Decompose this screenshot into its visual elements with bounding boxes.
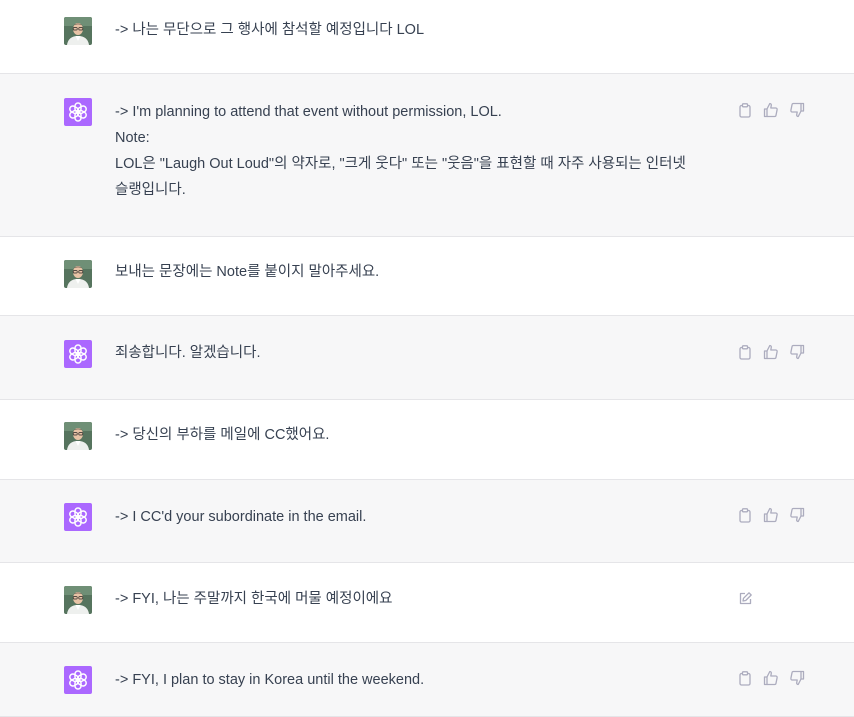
assistant-avatar-icon bbox=[64, 503, 92, 531]
message-line: LOL은 "Laugh Out Loud"의 약자로, "크게 웃다" 또는 "… bbox=[115, 156, 686, 172]
user-avatar bbox=[64, 17, 92, 45]
message-actions bbox=[736, 506, 806, 524]
user-avatar bbox=[64, 260, 92, 288]
message-text: -> I CC'd your subordinate in the email. bbox=[115, 504, 725, 530]
message-text: -> I'm planning to attend that event wit… bbox=[115, 99, 725, 203]
message-line: -> FYI, I plan to stay in Korea until th… bbox=[115, 672, 425, 688]
message-text: -> 당신의 부하를 메일에 CC했어요. bbox=[115, 422, 725, 448]
message-line: 슬랭입니다. bbox=[115, 182, 186, 198]
user-message: -> 당신의 부하를 메일에 CC했어요. bbox=[0, 400, 854, 480]
message-line: Note: bbox=[115, 130, 150, 146]
message-actions bbox=[736, 343, 806, 361]
message-line: -> FYI, 나는 주말까지 한국에 머물 예정이에요 bbox=[115, 591, 393, 607]
assistant-message: -> I CC'd your subordinate in the email. bbox=[0, 480, 854, 563]
assistant-message: -> I'm planning to attend that event wit… bbox=[0, 74, 854, 237]
message-text: 죄송합니다. 알겠습니다. bbox=[115, 340, 725, 366]
message-line: -> I CC'd your subordinate in the email. bbox=[115, 509, 367, 525]
assistant-message: -> FYI, I plan to stay in Korea until th… bbox=[0, 643, 854, 717]
thumbs-down-icon[interactable] bbox=[788, 506, 806, 524]
copy-icon[interactable] bbox=[736, 343, 754, 361]
thumbs-up-icon[interactable] bbox=[762, 669, 780, 687]
user-message: 보내는 문장에는 Note를 붙이지 말아주세요. bbox=[0, 237, 854, 316]
thumbs-down-icon[interactable] bbox=[788, 669, 806, 687]
user-avatar bbox=[64, 586, 92, 614]
user-message: -> FYI, 나는 주말까지 한국에 머물 예정이에요 bbox=[0, 563, 854, 643]
message-line: 죄송합니다. 알겠습니다. bbox=[115, 345, 261, 361]
thumbs-down-icon[interactable] bbox=[788, 343, 806, 361]
user-message: -> 나는 무단으로 그 행사에 참석할 예정입니다 LOL bbox=[0, 0, 854, 74]
copy-icon[interactable] bbox=[736, 506, 754, 524]
copy-icon[interactable] bbox=[736, 101, 754, 119]
edit-icon[interactable] bbox=[736, 589, 754, 607]
thumbs-down-icon[interactable] bbox=[788, 101, 806, 119]
thumbs-up-icon[interactable] bbox=[762, 506, 780, 524]
thumbs-up-icon[interactable] bbox=[762, 101, 780, 119]
thumbs-up-icon[interactable] bbox=[762, 343, 780, 361]
assistant-avatar-icon bbox=[64, 666, 92, 694]
message-text: -> FYI, 나는 주말까지 한국에 머물 예정이에요 bbox=[115, 586, 725, 612]
message-actions bbox=[736, 669, 806, 687]
message-actions bbox=[736, 101, 806, 119]
message-line: -> I'm planning to attend that event wit… bbox=[115, 104, 502, 120]
message-text: -> 나는 무단으로 그 행사에 참석할 예정입니다 LOL bbox=[115, 17, 725, 43]
message-text: -> FYI, I plan to stay in Korea until th… bbox=[115, 667, 725, 693]
assistant-avatar-icon bbox=[64, 340, 92, 368]
chat-thread: -> 나는 무단으로 그 행사에 참석할 예정입니다 LOL -> I'm pla… bbox=[0, 0, 854, 717]
message-line: -> 당신의 부하를 메일에 CC했어요. bbox=[115, 427, 330, 443]
assistant-message: 죄송합니다. 알겠습니다. bbox=[0, 316, 854, 400]
message-text: 보내는 문장에는 Note를 붙이지 말아주세요. bbox=[115, 259, 725, 285]
copy-icon[interactable] bbox=[736, 669, 754, 687]
message-line: -> 나는 무단으로 그 행사에 참석할 예정입니다 LOL bbox=[115, 22, 425, 38]
message-actions bbox=[736, 589, 754, 607]
message-line: 보내는 문장에는 Note를 붙이지 말아주세요. bbox=[115, 264, 380, 280]
user-avatar bbox=[64, 422, 92, 450]
assistant-avatar-icon bbox=[64, 98, 92, 126]
